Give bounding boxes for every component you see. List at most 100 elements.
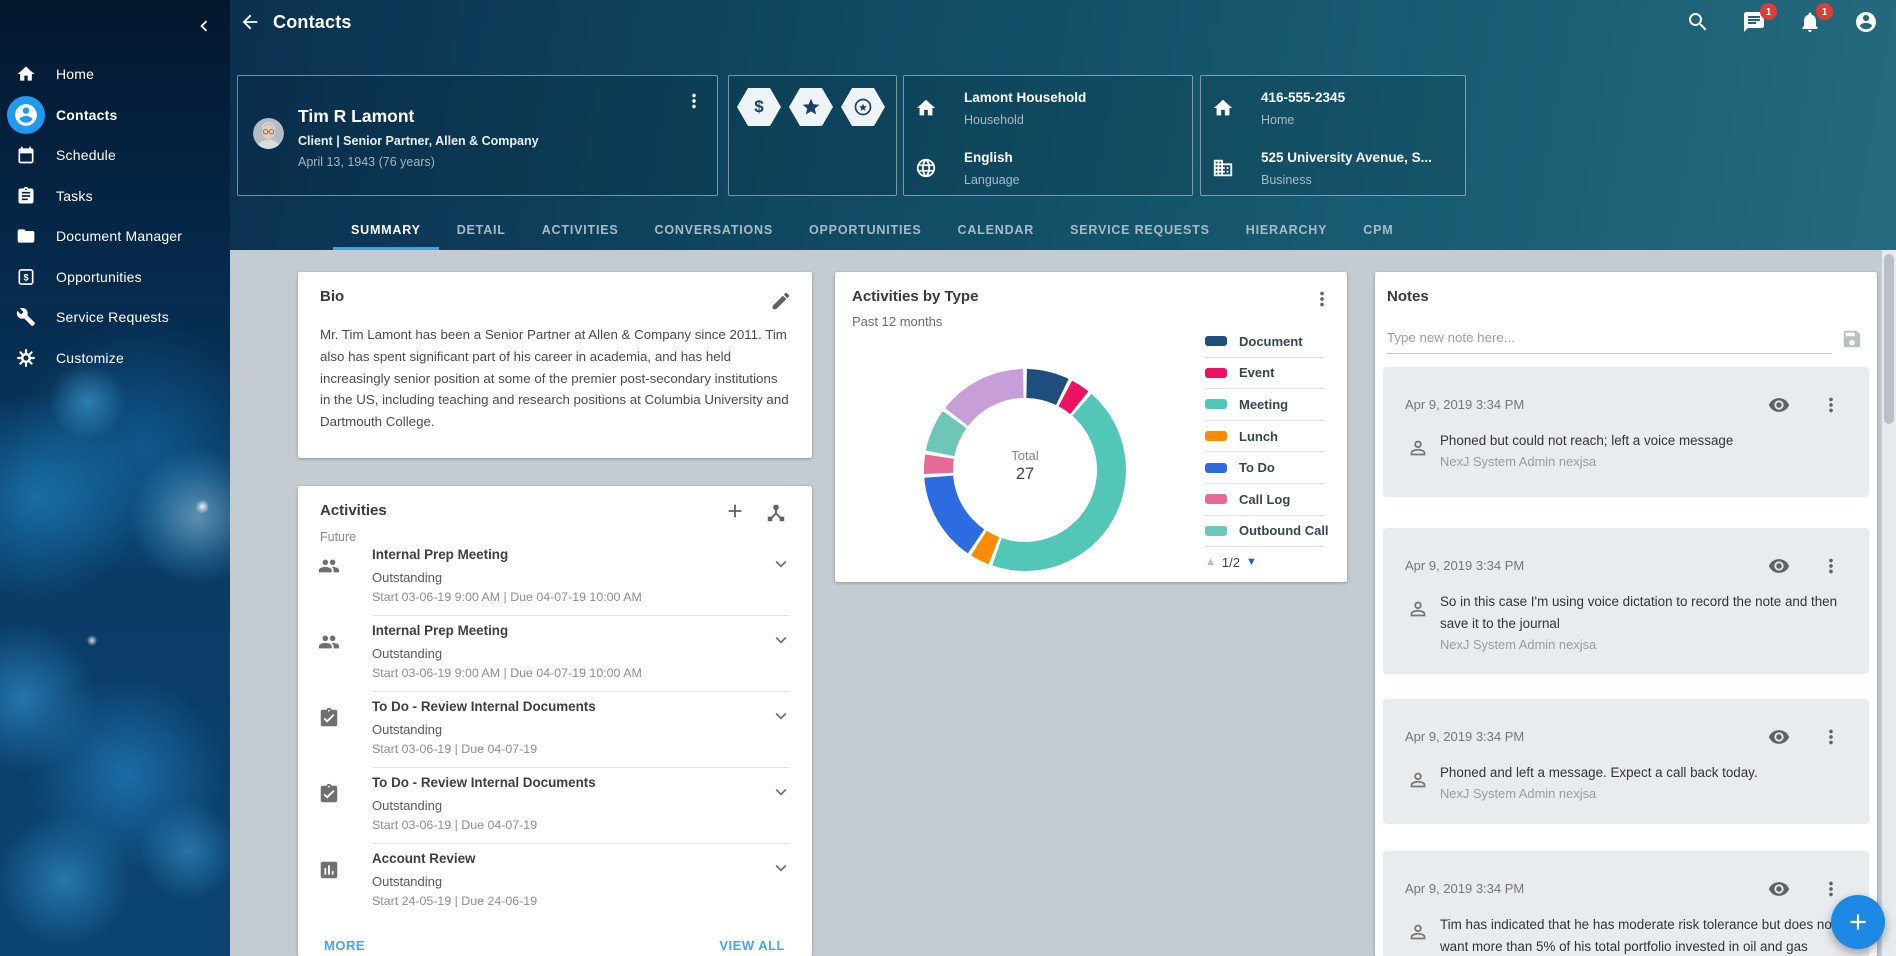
- note-item: Apr 9, 2019 3:34 PM So in this case I'm …: [1383, 528, 1869, 674]
- edit-bio-button[interactable]: [770, 290, 790, 310]
- tab-cpm[interactable]: CPM: [1345, 210, 1411, 250]
- chevron-down-icon[interactable]: [770, 629, 792, 651]
- divider: [372, 843, 790, 844]
- document-manager-icon: [14, 224, 38, 248]
- legend-item[interactable]: Event: [1205, 358, 1325, 390]
- add-note-fab[interactable]: [1831, 895, 1885, 949]
- activities-card: Activities Future Internal Prep Meeting …: [298, 486, 812, 956]
- conversations-button[interactable]: 1: [1742, 10, 1768, 36]
- view-all-button[interactable]: VIEW ALL: [719, 938, 785, 953]
- save-note-button[interactable]: [1841, 328, 1865, 352]
- tab-service-requests[interactable]: SERVICE REQUESTS: [1052, 210, 1228, 250]
- bio-text: Mr. Tim Lamont has been a Senior Partner…: [320, 324, 790, 433]
- notifications-button[interactable]: 1: [1798, 10, 1824, 36]
- divider: [372, 615, 790, 616]
- tab-summary[interactable]: SUMMARY: [333, 210, 439, 250]
- legend-label: Call Log: [1239, 492, 1290, 507]
- chevron-down-icon[interactable]: [770, 553, 792, 575]
- donut-slice[interactable]: [945, 369, 1023, 426]
- search-button[interactable]: [1686, 10, 1712, 36]
- activity-status: Outstanding: [372, 874, 442, 889]
- tab-hierarchy[interactable]: HIERARCHY: [1228, 210, 1346, 250]
- address-row[interactable]: 525 University Avenue, S... Business: [1201, 150, 1465, 198]
- activity-title: To Do - Review Internal Documents: [372, 699, 596, 714]
- eye-icon[interactable]: [1768, 878, 1792, 902]
- tab-opportunities[interactable]: OPPORTUNITIES: [791, 210, 940, 250]
- customize-icon: [14, 346, 38, 370]
- back-button[interactable]: [239, 11, 263, 35]
- note-text: So in this case I'm using voice dictatio…: [1440, 591, 1840, 635]
- eye-icon[interactable]: [1768, 394, 1792, 418]
- kebab-menu-icon[interactable]: [1820, 394, 1842, 416]
- legend-page-down-icon[interactable]: ▼: [1246, 556, 1257, 568]
- legend-swatch: [1205, 368, 1227, 378]
- phone-row[interactable]: 416-555-2345 Home: [1201, 90, 1465, 138]
- activities-footer: MORE VIEW ALL: [324, 938, 785, 953]
- sidebar-item-tasks[interactable]: Tasks: [0, 176, 230, 217]
- legend-swatch: [1205, 399, 1227, 409]
- contact-birthdate: April 13, 1943 (76 years): [298, 155, 435, 169]
- chevron-down-icon[interactable]: [770, 857, 792, 879]
- legend-page-up-icon[interactable]: ▲: [1205, 556, 1216, 568]
- new-note-input[interactable]: [1387, 324, 1832, 354]
- sidebar-item-customize[interactable]: Customize: [0, 338, 230, 379]
- activity-row[interactable]: Internal Prep Meeting Outstanding Start …: [298, 539, 812, 615]
- activity-row[interactable]: To Do - Review Internal Documents Outsta…: [298, 691, 812, 767]
- tab-bar: SUMMARY DETAIL ACTIVITIES CONVERSATIONS …: [333, 210, 1411, 250]
- activity-row[interactable]: Account Review Outstanding Start 24-05-1…: [298, 843, 812, 919]
- legend-item[interactable]: Outbound Call: [1205, 516, 1325, 548]
- todo-check-icon: [318, 707, 342, 731]
- donut-slice[interactable]: [924, 454, 954, 474]
- tab-detail[interactable]: DETAIL: [439, 210, 524, 250]
- sidebar-item-opportunities[interactable]: Opportunities: [0, 257, 230, 298]
- sidebar-item-service-requests[interactable]: Service Requests: [0, 297, 230, 338]
- activities-list: Internal Prep Meeting Outstanding Start …: [298, 539, 812, 919]
- tab-calendar[interactable]: CALENDAR: [940, 210, 1053, 250]
- sidebar-item-label: Home: [56, 66, 94, 82]
- legend-item[interactable]: To Do: [1205, 452, 1325, 484]
- activity-row[interactable]: Internal Prep Meeting Outstanding Start …: [298, 615, 812, 691]
- eye-icon[interactable]: [1768, 726, 1792, 750]
- chevron-down-icon[interactable]: [770, 705, 792, 727]
- kebab-menu-icon[interactable]: [1820, 878, 1842, 900]
- sidebar-item-document-manager[interactable]: Document Manager: [0, 216, 230, 257]
- account-button[interactable]: [1854, 10, 1880, 36]
- chevron-down-icon[interactable]: [770, 781, 792, 803]
- star-badge-icon: [789, 88, 833, 126]
- more-button[interactable]: MORE: [324, 938, 365, 953]
- tab-activities[interactable]: ACTIVITIES: [524, 210, 637, 250]
- eye-icon[interactable]: [1768, 555, 1792, 579]
- divider: [372, 767, 790, 768]
- chart-menu-button[interactable]: [1311, 288, 1333, 310]
- sidebar-item-label: Tasks: [56, 188, 93, 204]
- notes-card: Notes Apr 9, 2019 3:34 PM Phoned but cou…: [1375, 272, 1877, 956]
- notes-title: Notes: [1387, 288, 1429, 305]
- phone-label: Home: [1261, 113, 1294, 127]
- legend-item[interactable]: Document: [1205, 326, 1325, 358]
- sidebar-item-home[interactable]: Home: [0, 54, 230, 95]
- legend-item[interactable]: Meeting: [1205, 389, 1325, 421]
- hierarchy-view-button[interactable]: [765, 502, 786, 523]
- activity-status: Outstanding: [372, 570, 442, 585]
- add-activity-button[interactable]: [724, 500, 746, 522]
- profile-menu-button[interactable]: [683, 90, 705, 112]
- scrollbar-thumb[interactable]: [1884, 254, 1894, 424]
- person-icon: [1407, 921, 1429, 943]
- sidebar-item-schedule[interactable]: Schedule: [0, 135, 230, 176]
- activity-row[interactable]: To Do - Review Internal Documents Outsta…: [298, 767, 812, 843]
- activity-dates: Start 03-06-19 | Due 04-07-19: [372, 742, 537, 756]
- kebab-menu-icon[interactable]: [1820, 726, 1842, 748]
- kebab-menu-icon[interactable]: [1820, 555, 1842, 577]
- legend-item[interactable]: Call Log: [1205, 484, 1325, 516]
- legend-item[interactable]: Lunch: [1205, 421, 1325, 453]
- sidebar: Home Contacts Schedule Tasks Document Ma…: [0, 0, 230, 956]
- page-scrollbar: [1882, 250, 1896, 956]
- collapse-sidebar-button[interactable]: [190, 12, 218, 40]
- kebab-menu-icon: [683, 90, 705, 112]
- person-icon: [1407, 769, 1429, 791]
- donut-slice[interactable]: [924, 476, 984, 554]
- household-row[interactable]: Lamont Household Household: [904, 90, 1192, 138]
- tab-conversations[interactable]: CONVERSATIONS: [637, 210, 792, 250]
- sidebar-item-contacts[interactable]: Contacts: [0, 95, 230, 136]
- note-item: Apr 9, 2019 3:34 PM Tim has indicated th…: [1383, 851, 1869, 956]
